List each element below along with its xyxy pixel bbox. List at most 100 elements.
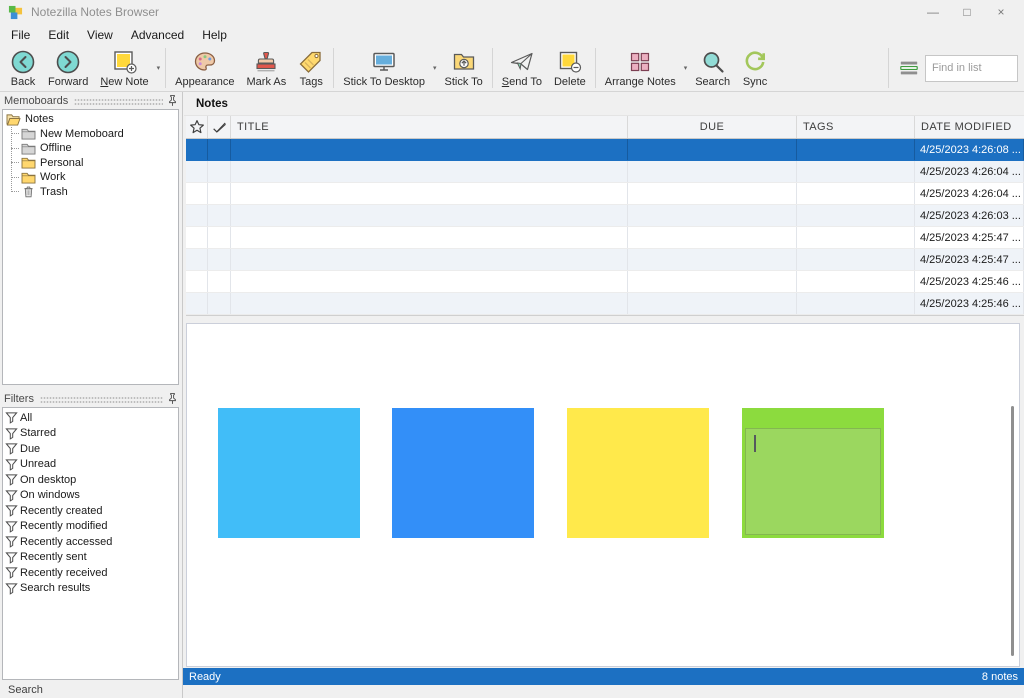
back-button[interactable]: Back — [4, 46, 42, 90]
table-row[interactable]: 4/25/2023 4:26:04 ... — [186, 161, 1024, 183]
close-button[interactable]: × — [984, 0, 1018, 24]
arrange-notes-label: Arrange Notes — [605, 76, 676, 88]
filter-unread[interactable]: Unread — [3, 457, 178, 473]
folder-gray-icon — [21, 127, 36, 140]
column-header-title[interactable]: TITLE — [231, 116, 628, 138]
statusbar: Ready 8 notes — [183, 668, 1024, 685]
cell-due — [628, 139, 797, 160]
table-row[interactable]: 4/25/2023 4:25:46 ... — [186, 293, 1024, 315]
mark-as-button[interactable]: Mark As — [241, 46, 293, 90]
memoboard-trash[interactable]: Trash — [3, 185, 178, 200]
filter-label: Due — [20, 443, 40, 455]
find-in-list-input[interactable] — [925, 55, 1018, 82]
new-note-button[interactable]: New Note — [94, 46, 154, 90]
column-header-tags[interactable]: TAGS — [797, 116, 915, 138]
cell-starred — [186, 205, 208, 226]
cell-title — [231, 161, 628, 182]
checkmark-icon — [211, 119, 227, 135]
cell-due — [628, 293, 797, 314]
header-leader — [40, 396, 163, 404]
menu-edit[interactable]: Edit — [39, 26, 78, 44]
memoboard-offline[interactable]: Offline — [3, 141, 178, 156]
cell-starred — [186, 183, 208, 204]
table-row[interactable]: 4/25/2023 4:25:47 ... — [186, 227, 1024, 249]
filter-recently-created[interactable]: Recently created — [3, 503, 178, 519]
filter-label: Recently sent — [20, 551, 87, 563]
arrange-notes-dropdown[interactable]: ▾ — [682, 64, 690, 72]
filter-label: On windows — [20, 489, 80, 501]
menu-help[interactable]: Help — [193, 26, 236, 44]
appearance-icon — [192, 49, 218, 75]
menu-advanced[interactable]: Advanced — [122, 26, 193, 44]
tree-connector — [11, 191, 19, 192]
cell-starred — [186, 271, 208, 292]
memoboard-personal[interactable]: Personal — [3, 156, 178, 171]
tree-connector — [11, 162, 19, 163]
stick-to-desktop-dropdown[interactable]: ▾ — [431, 64, 439, 72]
filter-icon — [5, 411, 18, 424]
filter-due[interactable]: Due — [3, 441, 178, 457]
cell-title — [231, 227, 628, 248]
tree-connector — [11, 177, 19, 178]
stick-to-button[interactable]: Stick To — [438, 46, 488, 90]
column-header-starred[interactable] — [186, 116, 208, 138]
filter-icon — [5, 582, 18, 595]
cell-date-modified: 4/25/2023 4:25:47 ... — [915, 227, 1024, 248]
sticky-note-3[interactable] — [567, 408, 709, 538]
forward-button[interactable]: Forward — [42, 46, 94, 90]
column-header-date-modified[interactable]: DATE MODIFIED — [915, 116, 1024, 138]
table-row[interactable]: 4/25/2023 4:26:08 ... — [186, 139, 1024, 161]
memoboards-header-label: Memoboards — [4, 95, 68, 107]
appearance-label: Appearance — [175, 76, 234, 88]
filter-recently-accessed[interactable]: Recently accessed — [3, 534, 178, 550]
menu-view[interactable]: View — [78, 26, 122, 44]
sticky-note-2[interactable] — [392, 408, 534, 538]
send-to-label: Send To — [502, 76, 542, 88]
sticky-note-1[interactable] — [218, 408, 360, 538]
memoboard-new-memoboard[interactable]: New Memoboard — [3, 127, 178, 142]
sticky-note-4[interactable] — [742, 408, 884, 538]
maximize-button[interactable]: □ — [950, 0, 984, 24]
send-to-button[interactable]: Send To — [496, 46, 548, 90]
filter-recently-modified[interactable]: Recently modified — [3, 519, 178, 535]
sticky-note-body[interactable] — [745, 428, 881, 535]
table-row[interactable]: 4/25/2023 4:25:46 ... — [186, 271, 1024, 293]
memoboard-work[interactable]: Work — [3, 170, 178, 185]
pin-icon[interactable] — [167, 94, 178, 107]
menu-file[interactable]: File — [2, 26, 39, 44]
filter-on-windows[interactable]: On windows — [3, 488, 178, 504]
toolbar-separator — [888, 48, 889, 88]
filter-label: On desktop — [20, 474, 76, 486]
cell-checked — [208, 227, 231, 248]
column-header-due[interactable]: DUE — [628, 116, 797, 138]
tags-button[interactable]: Tags — [292, 46, 330, 90]
tab-notes[interactable]: Notes — [196, 98, 228, 110]
filter-on-desktop[interactable]: On desktop — [3, 472, 178, 488]
filter-recently-received[interactable]: Recently received — [3, 565, 178, 581]
stick-to-desktop-button[interactable]: Stick To Desktop — [337, 46, 431, 90]
filter-starred[interactable]: Starred — [3, 426, 178, 442]
sync-button[interactable]: Sync — [736, 46, 774, 90]
cell-tags — [797, 161, 915, 182]
filter-search-results[interactable]: Search results — [3, 581, 178, 597]
table-row[interactable]: 4/25/2023 4:25:47 ... — [186, 249, 1024, 271]
filter-all[interactable]: All — [3, 410, 178, 426]
table-row[interactable]: 4/25/2023 4:26:04 ... — [186, 183, 1024, 205]
arrange-notes-button[interactable]: Arrange Notes — [599, 46, 682, 90]
memoboards-panel: NotesNew MemoboardOfflinePersonalWorkTra… — [2, 109, 179, 385]
search-panel-label[interactable]: Search — [8, 684, 43, 696]
delete-button[interactable]: Delete — [548, 46, 592, 90]
left-sidebar: Memoboards NotesNew MemoboardOfflinePers… — [0, 92, 183, 698]
appearance-button[interactable]: Appearance — [169, 46, 240, 90]
preview-scrollbar[interactable] — [1011, 406, 1014, 656]
minimize-button[interactable]: — — [916, 0, 950, 24]
memoboard-notes[interactable]: Notes — [3, 112, 178, 127]
window-controls: — □ × — [916, 0, 1024, 24]
pin-icon[interactable] — [167, 392, 178, 405]
search-button[interactable]: Search — [689, 46, 736, 90]
cell-checked — [208, 271, 231, 292]
column-header-checked[interactable] — [208, 116, 231, 138]
new-note-dropdown[interactable]: ▾ — [155, 64, 163, 72]
filter-recently-sent[interactable]: Recently sent — [3, 550, 178, 566]
table-row[interactable]: 4/25/2023 4:26:03 ... — [186, 205, 1024, 227]
